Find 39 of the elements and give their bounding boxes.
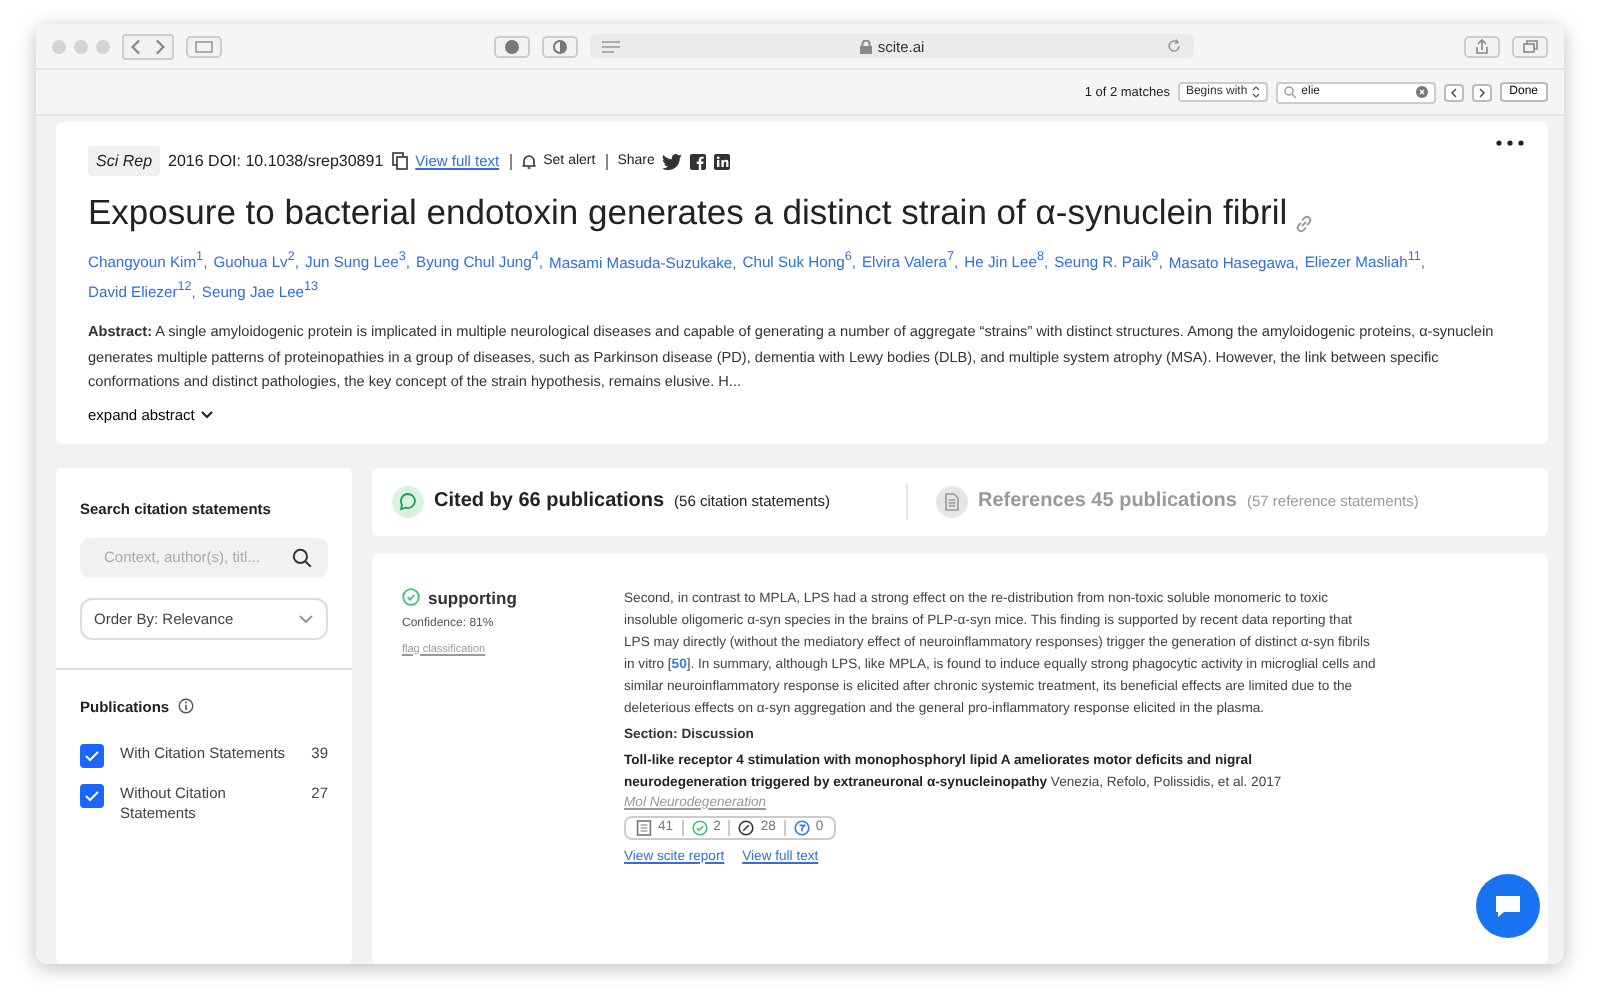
in-square-icon[interactable]: [714, 153, 731, 169]
search-icon: [1283, 86, 1296, 98]
classification-label: supporting: [428, 587, 517, 608]
previous-match-icon[interactable]: [1443, 83, 1464, 101]
search-icon: [292, 547, 312, 568]
bird-icon[interactable]: [662, 153, 683, 169]
document-icon: [935, 485, 968, 518]
chevron-icon: [200, 409, 215, 420]
paper-title: Exposure to bacterial endotoxin generates a distinct strain of α-synuclein fibril: [88, 192, 1288, 234]
speech-bubble-icon: [392, 485, 424, 518]
shield-icon[interactable]: [493, 35, 529, 57]
up-down-icon: [1251, 86, 1260, 98]
checkbox[interactable]: [80, 743, 104, 768]
document-icon: [636, 819, 652, 836]
lock-icon: [859, 39, 872, 53]
doi-text: 2016 DOI: 10.1038/srep30891: [168, 152, 384, 170]
slash-circle-icon: [738, 819, 755, 836]
chat-icon: [1494, 894, 1522, 918]
link-icon[interactable]: [1293, 214, 1314, 234]
journal-tag: Sci Rep: [88, 146, 161, 176]
check-circle-icon: [691, 819, 708, 836]
check-icon: [84, 749, 100, 762]
checkbox[interactable]: [80, 783, 104, 808]
reload-icon[interactable]: [1165, 38, 1181, 54]
contrast-icon[interactable]: [541, 35, 577, 57]
tabs-icon[interactable]: [1512, 35, 1548, 57]
more-options-icon[interactable]: [1496, 140, 1524, 146]
bell-icon[interactable]: [521, 153, 536, 169]
copy-icon[interactable]: [391, 152, 408, 170]
chevron-icon: [298, 613, 314, 624]
letter-f-icon[interactable]: [690, 153, 707, 169]
info-icon[interactable]: [177, 698, 194, 715]
clear-icon[interactable]: [1415, 86, 1428, 98]
question-circle-icon: [793, 819, 810, 836]
share-icon[interactable]: [1464, 35, 1500, 57]
check-icon: [84, 789, 100, 802]
next-match-icon[interactable]: [1471, 83, 1492, 101]
check-circle-icon: [402, 588, 420, 607]
reader-icon: [601, 39, 619, 53]
